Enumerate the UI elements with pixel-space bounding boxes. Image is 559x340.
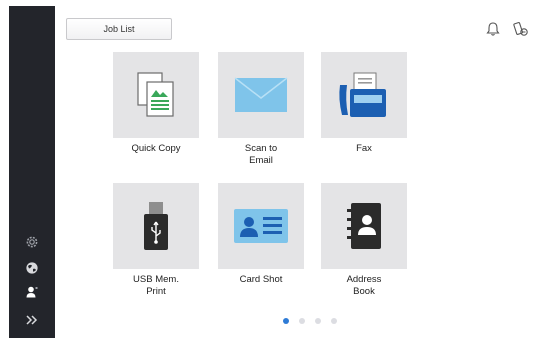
usb-mem-print-label: USB Mem. Print: [101, 274, 211, 298]
address-book-icon: [347, 203, 381, 249]
page-dot-2[interactable]: [299, 318, 305, 324]
page-dot-4[interactable]: [331, 318, 337, 324]
job-list-label: Job List: [103, 24, 135, 34]
scan-to-email-text: Scan to Email: [244, 143, 278, 166]
scan-to-email-label: Scan to Email: [206, 143, 316, 167]
envelope-icon: [234, 77, 288, 112]
address-book-text: Address Book: [346, 274, 382, 297]
usb-mem-print-text: USB Mem. Print: [133, 274, 179, 297]
toner-status-icon[interactable]: [512, 20, 530, 38]
address-book-tile[interactable]: [321, 183, 407, 269]
quick-copy-tile[interactable]: [113, 52, 199, 138]
scan-to-email-tile[interactable]: [218, 52, 304, 138]
control-panel-screen: Job List Quick Copy Scan to Email Fax US…: [0, 0, 559, 340]
settings-icon[interactable]: [24, 234, 40, 250]
address-book-label: Address Book: [309, 274, 419, 298]
card-shot-label: Card Shot: [239, 274, 283, 285]
quick-copy-label: Quick Copy: [131, 143, 181, 154]
page-dot-3[interactable]: [315, 318, 321, 324]
main-area: Job List Quick Copy Scan to Email Fax US…: [55, 6, 553, 338]
usb-drive-icon: [144, 202, 168, 250]
fax-machine-icon: [339, 72, 386, 117]
job-list-button[interactable]: Job List: [66, 18, 172, 40]
user-icon[interactable]: [24, 284, 40, 300]
page-indicator: [55, 318, 553, 326]
fax-tile[interactable]: [321, 52, 407, 138]
id-card-icon: [234, 209, 288, 243]
page-dot-1[interactable]: [283, 318, 289, 324]
side-panel: [9, 6, 55, 338]
fax-label: Fax: [356, 143, 372, 154]
card-shot-tile[interactable]: [218, 183, 304, 269]
language-globe-icon[interactable]: [24, 260, 40, 276]
usb-mem-print-tile[interactable]: [113, 183, 199, 269]
expand-chevron-icon[interactable]: [24, 312, 40, 328]
copy-document-icon: [137, 72, 174, 117]
notification-bell-icon[interactable]: [484, 20, 502, 38]
